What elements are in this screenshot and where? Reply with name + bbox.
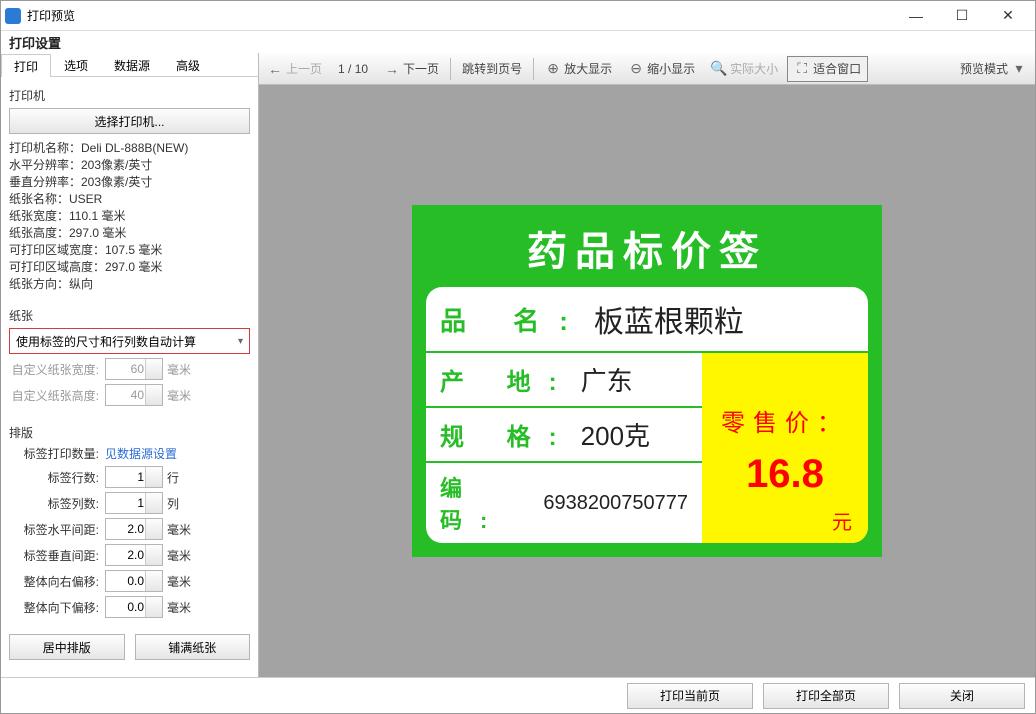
preview-toolbar: ←上一页 1 / 10 →下一页 跳转到页号 ⊕放大显示 ⊖缩小显示 🔍实际大小…	[259, 53, 1035, 85]
layout-field-input-4[interactable]: 0.0	[105, 570, 163, 592]
actual-size-button[interactable]: 🔍实际大小	[704, 56, 785, 82]
layout-field-label: 整体向右偏移:	[9, 573, 105, 590]
tab-datasource[interactable]: 数据源	[101, 53, 163, 76]
label-spec-value: 200克	[581, 416, 650, 453]
printer-info: 打印机名称：Deli DL-888B(NEW)	[9, 140, 250, 157]
settings-panel: 打印 选项 数据源 高级 打印机 选择打印机... 打印机名称：Deli DL-…	[1, 53, 259, 677]
label-code-key: 编 码:	[440, 471, 537, 535]
printer-info: 可打印区域宽度：107.5 毫米	[9, 242, 250, 259]
label-price-value: 16.8	[746, 452, 824, 497]
app-icon	[5, 8, 21, 24]
label-name-key: 品 名:	[440, 301, 588, 338]
tab-print[interactable]: 打印	[1, 54, 51, 77]
printer-info: 可打印区域高度：297.0 毫米	[9, 259, 250, 276]
paper-section-label: 纸张	[9, 307, 250, 324]
window-title: 打印预览	[27, 7, 893, 24]
center-layout-button[interactable]: 居中排版	[9, 634, 125, 660]
custom-height-label: 自定义纸张高度:	[9, 387, 105, 404]
layout-section-label: 排版	[9, 424, 250, 441]
printer-info: 纸张方向：纵向	[9, 276, 250, 293]
layout-field-label: 标签水平间距:	[9, 521, 105, 538]
fit-window-button[interactable]: ⛶适合窗口	[787, 56, 868, 82]
label-title: 药品标价签	[426, 219, 868, 277]
zoom-out-button[interactable]: ⊖缩小显示	[621, 56, 702, 82]
prev-page-button[interactable]: ←上一页	[260, 56, 329, 82]
label-price-key: 零售价：	[721, 403, 849, 438]
maximize-button[interactable]: ☐	[939, 2, 985, 30]
close-button[interactable]: ✕	[985, 2, 1031, 30]
fill-paper-button[interactable]: 铺满纸张	[135, 634, 251, 660]
print-all-button[interactable]: 打印全部页	[763, 683, 889, 709]
goto-page-button[interactable]: 跳转到页号	[455, 56, 529, 82]
tab-options[interactable]: 选项	[51, 53, 101, 76]
label-name-value: 板蓝根颗粒	[594, 297, 744, 341]
label-origin-key: 产 地:	[440, 362, 575, 397]
minimize-button[interactable]: —	[893, 2, 939, 30]
layout-field-input-5[interactable]: 0.0	[105, 596, 163, 618]
layout-field-label: 标签行数:	[9, 469, 105, 486]
zoom-in-button[interactable]: ⊕放大显示	[538, 56, 619, 82]
layout-field-label: 整体向下偏移:	[9, 599, 105, 616]
custom-width-label: 自定义纸张宽度:	[9, 361, 105, 378]
layout-field-input-0[interactable]: 1	[105, 466, 163, 488]
printer-info: 纸张宽度：110.1 毫米	[9, 208, 250, 225]
printer-info: 垂直分辨率：203像素/英寸	[9, 174, 250, 191]
fit-icon: ⛶	[794, 61, 810, 77]
settings-header: 打印设置	[1, 31, 1035, 53]
layout-field-input-1[interactable]: 1	[105, 492, 163, 514]
printer-info: 纸张高度：297.0 毫米	[9, 225, 250, 242]
close-button-footer[interactable]: 关闭	[899, 683, 1025, 709]
zoom-out-icon: ⊖	[628, 61, 644, 77]
next-page-button[interactable]: →下一页	[377, 56, 446, 82]
custom-width-input[interactable]: 60	[105, 358, 163, 380]
layout-field-input-3[interactable]: 2.0	[105, 544, 163, 566]
select-printer-button[interactable]: 选择打印机...	[9, 108, 250, 134]
layout-field-label: 标签列数:	[9, 495, 105, 512]
layout-field-label: 标签垂直间距:	[9, 547, 105, 564]
label-price-unit: 元	[832, 506, 852, 535]
printer-info: 水平分辨率：203像素/英寸	[9, 157, 250, 174]
preview-mode-dropdown[interactable]: 预览模式▾	[953, 56, 1034, 82]
label-origin-value: 广东	[581, 361, 633, 398]
custom-height-input[interactable]: 40	[105, 384, 163, 406]
settings-tabs: 打印 选项 数据源 高级	[1, 53, 258, 77]
arrow-left-icon: ←	[267, 61, 283, 77]
page-indicator: 1 / 10	[331, 56, 375, 82]
zoom-in-icon: ⊕	[545, 61, 561, 77]
label-code-value: 6938200750777	[543, 492, 688, 515]
magnifier-icon: 🔍	[711, 61, 727, 77]
print-current-button[interactable]: 打印当前页	[627, 683, 753, 709]
label-spec-key: 规 格:	[440, 417, 575, 452]
layout-field-input-2[interactable]: 2.0	[105, 518, 163, 540]
paper-mode-dropdown[interactable]: 使用标签的尺寸和行列数自动计算	[9, 328, 250, 354]
preview-canvas[interactable]: 药品标价签 品 名: 板蓝根颗粒 产 地: 广东 规 格	[259, 85, 1035, 677]
chevron-down-icon: ▾	[1011, 61, 1027, 77]
printer-section-label: 打印机	[9, 87, 250, 104]
arrow-right-icon: →	[384, 61, 400, 77]
print-count-label: 标签打印数量:	[9, 445, 105, 462]
printer-info: 纸张名称：USER	[9, 191, 250, 208]
print-count-link[interactable]: 见数据源设置	[105, 445, 177, 462]
label-preview: 药品标价签 品 名: 板蓝根颗粒 产 地: 广东 规 格	[412, 205, 882, 557]
tab-advanced[interactable]: 高级	[163, 53, 213, 76]
